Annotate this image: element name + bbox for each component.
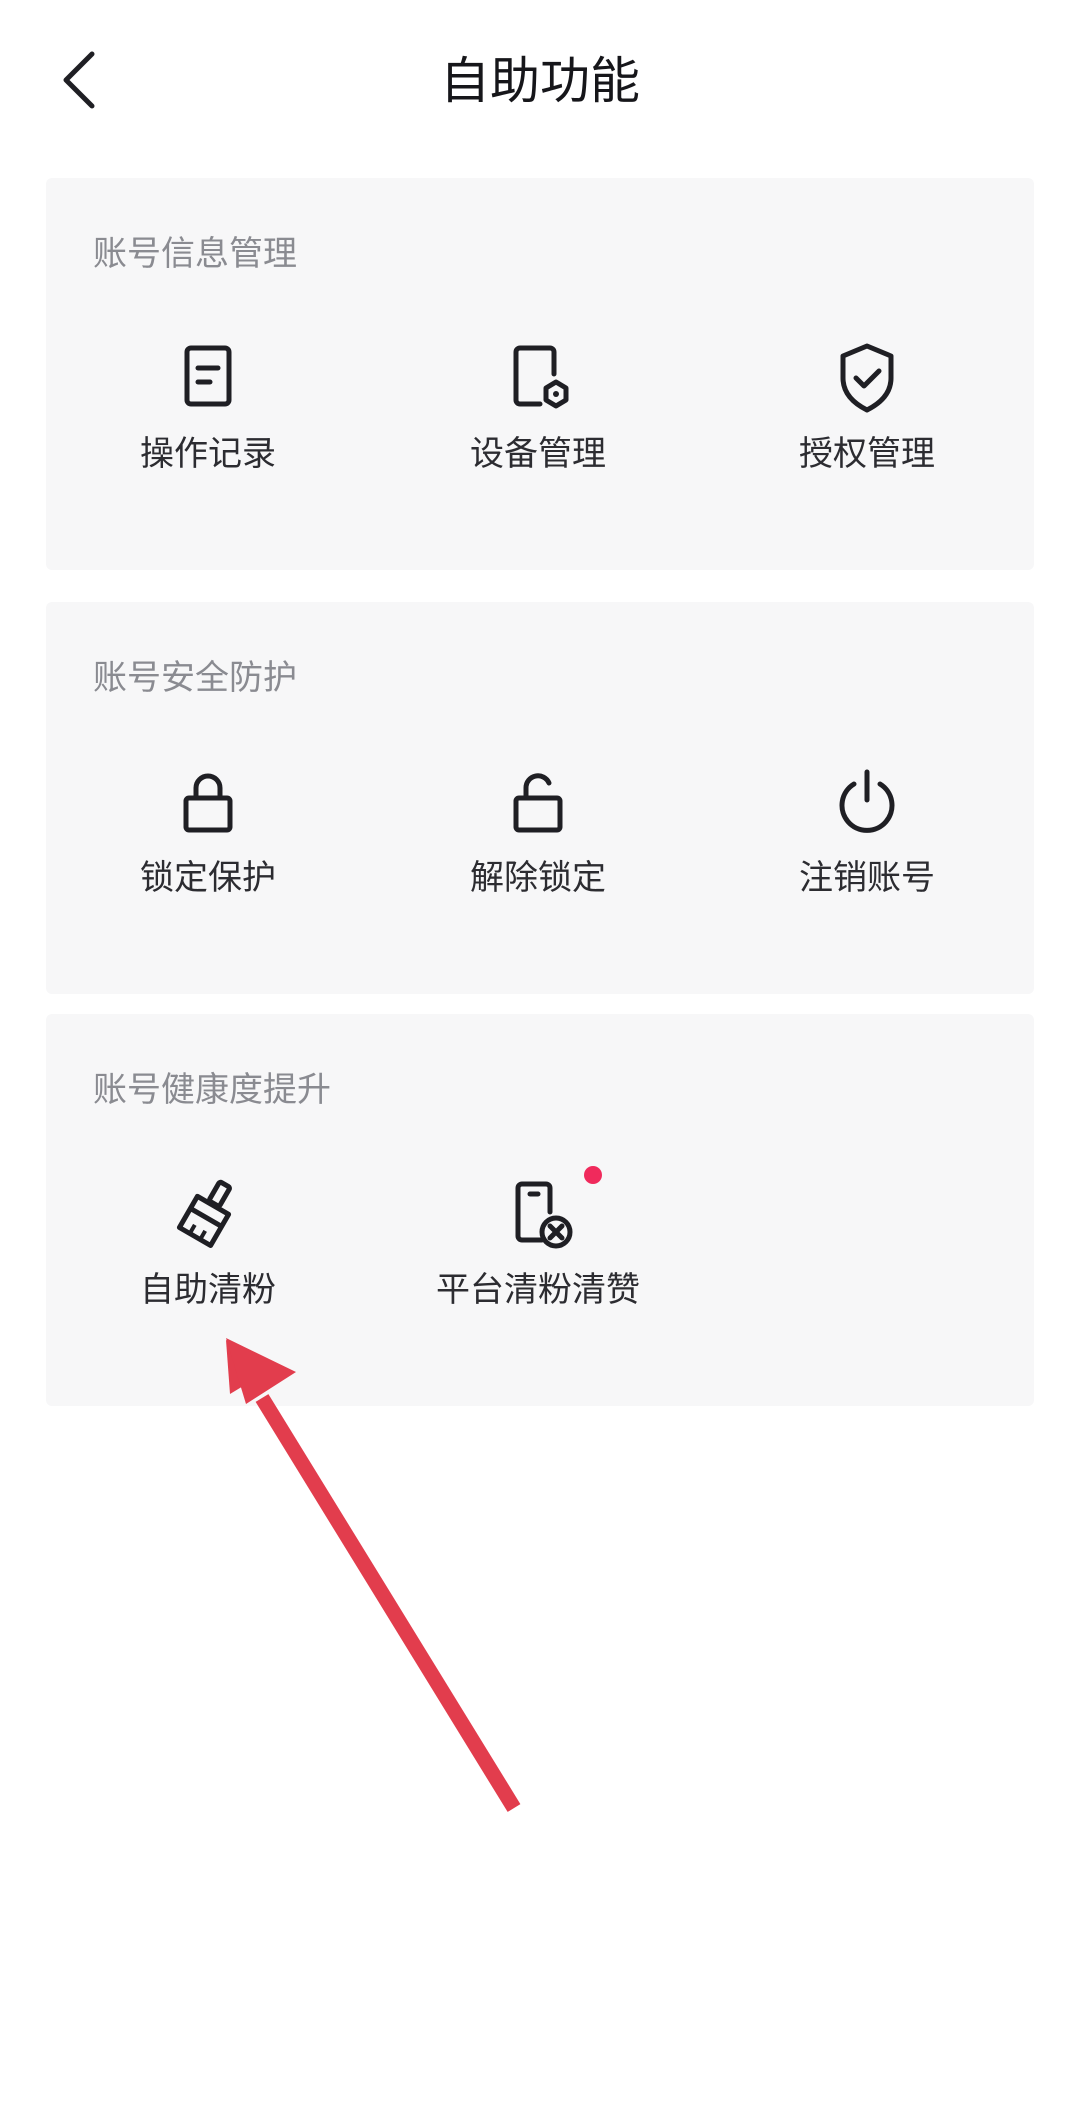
shield-check-icon [827,338,907,418]
item-label: 注销账号 [799,858,935,898]
section-account-health: 账号健康度提升 自助清粉 平台清粉清赞 [46,1014,1034,1406]
section-account-security: 账号安全防护 锁定保护 解除锁定 注销账号 [46,602,1034,994]
unlock-icon [498,762,578,842]
item-unlock[interactable]: 解除锁定 [388,762,688,922]
section-title: 账号健康度提升 [93,1070,331,1110]
section-title: 账号安全防护 [93,658,297,698]
device-settings-icon [498,338,578,418]
notification-badge-dot [584,1166,602,1184]
item-label: 锁定保护 [140,858,276,898]
item-deactivate-account[interactable]: 注销账号 [717,762,1017,922]
header-bar: 自助功能 [0,0,1080,160]
item-label: 设备管理 [470,434,606,474]
item-label: 平台清粉清赞 [436,1270,640,1310]
phone-remove-icon [498,1174,578,1254]
item-platform-clean-fans-likes[interactable]: 平台清粉清赞 [388,1166,688,1334]
item-device-management[interactable]: 设备管理 [388,338,688,498]
lock-icon [168,762,248,842]
item-label: 解除锁定 [470,858,606,898]
item-label: 自助清粉 [140,1270,276,1310]
brush-icon [168,1174,248,1254]
item-label: 操作记录 [140,434,276,474]
item-authorization-management[interactable]: 授权管理 [717,338,1017,498]
item-operation-log[interactable]: 操作记录 [58,338,358,498]
page-title: 自助功能 [440,52,640,110]
section-title: 账号信息管理 [93,234,297,274]
section-account-info: 账号信息管理 操作记录 设备管理 授权管理 [46,178,1034,570]
item-self-clean-fans[interactable]: 自助清粉 [58,1174,358,1334]
item-label: 授权管理 [799,434,935,474]
item-lock-protection[interactable]: 锁定保护 [58,762,358,922]
document-icon [168,338,248,418]
power-icon [827,762,907,842]
